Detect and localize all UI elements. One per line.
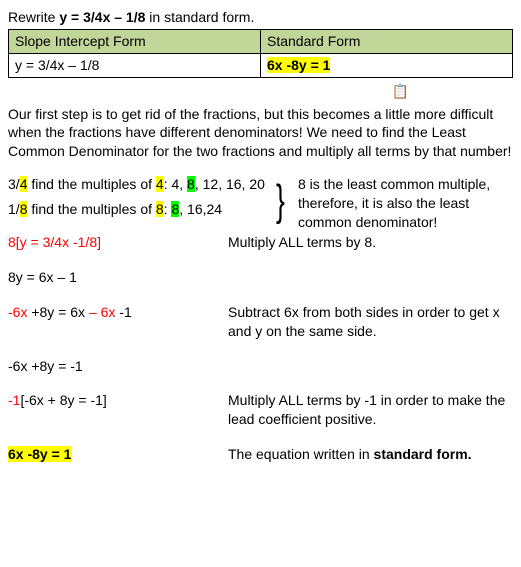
title-pre: Rewrite: [8, 9, 59, 25]
step-5-right: Multiply ALL terms by -1 in order to mak…: [228, 391, 513, 429]
step-1-left: 8[y = 3/4x -1/8]: [8, 233, 228, 252]
steps-list: 8[y = 3/4x -1/8] Multiply ALL terms by 8…: [8, 233, 513, 464]
step-6: 6x -8y = 1 The equation written in stand…: [8, 445, 513, 464]
table-cell-slope: y = 3/4x – 1/8: [9, 53, 261, 77]
step-6-left: 6x -8y = 1: [8, 445, 228, 464]
brace-icon: }: [276, 179, 285, 223]
table-header-standard: Standard Form: [261, 29, 513, 53]
lcm-note: 8 is the least common multiple, therefor…: [298, 175, 508, 232]
step-1-right: Multiply ALL terms by 8.: [228, 233, 513, 252]
table-header-slope: Slope Intercept Form: [9, 29, 261, 53]
step-6-right: The equation written in standard form.: [228, 445, 513, 464]
page-title: Rewrite y = 3/4x – 1/8 in standard form.: [8, 8, 513, 27]
title-eq: y = 3/4x – 1/8: [59, 9, 145, 25]
intro-paragraph: Our first step is to get rid of the frac…: [8, 105, 513, 162]
multiples-line-8: 1/8 find the multiples of 8: 8, 16,24: [8, 200, 273, 219]
clipboard-icon: 📋: [8, 82, 513, 101]
step-3: -6x +8y = 6x – 6x -1 Subtract 6x from bo…: [8, 303, 513, 341]
step-2-left: 8y = 6x – 1: [8, 268, 228, 287]
step-4-left: -6x +8y = -1: [8, 357, 228, 376]
step-2: 8y = 6x – 1: [8, 268, 513, 287]
forms-table: Slope Intercept Form Standard Form y = 3…: [8, 29, 513, 78]
multiples-group: 3/4 find the multiples of 4: 4, 8, 12, 1…: [8, 175, 513, 219]
step-1: 8[y = 3/4x -1/8] Multiply ALL terms by 8…: [8, 233, 513, 252]
step-3-right: Subtract 6x from both sides in order to …: [228, 303, 513, 341]
step-3-left: -6x +8y = 6x – 6x -1: [8, 303, 228, 322]
multiples-line-4: 3/4 find the multiples of 4: 4, 8, 12, 1…: [8, 175, 273, 194]
title-post: in standard form.: [145, 9, 254, 25]
step-5-left: -1[-6x + 8y = -1]: [8, 391, 228, 410]
step-4: -6x +8y = -1: [8, 357, 513, 376]
table-cell-standard: 6x -8y = 1: [261, 53, 513, 77]
step-5: -1[-6x + 8y = -1] Multiply ALL terms by …: [8, 391, 513, 429]
table-cell-standard-value: 6x -8y = 1: [267, 57, 330, 73]
